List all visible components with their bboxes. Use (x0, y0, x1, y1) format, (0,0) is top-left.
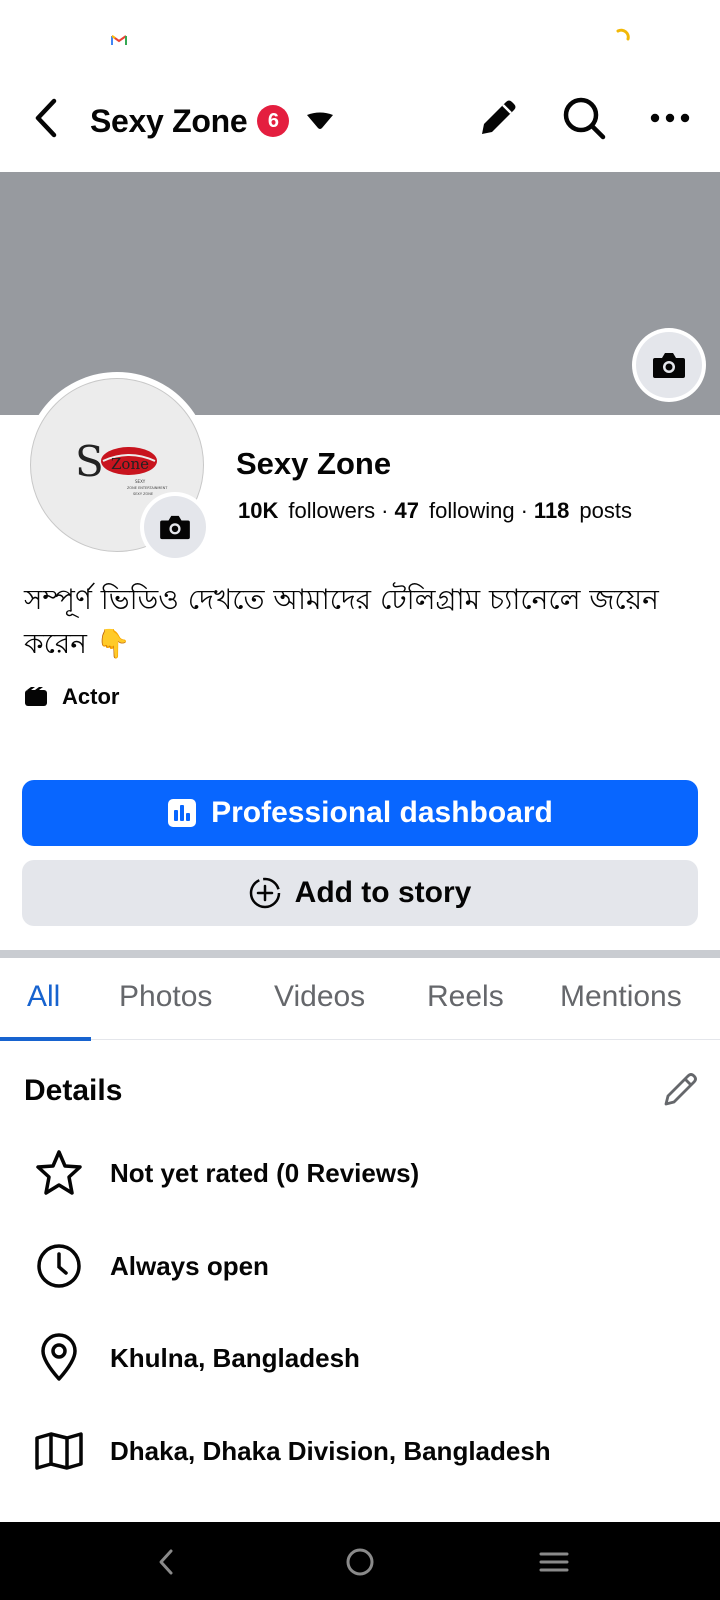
nav-home-button[interactable] (336, 1538, 384, 1586)
tab-reels[interactable]: Reels (427, 980, 504, 1014)
followers-count[interactable]: 10K (238, 498, 278, 524)
top-app-bar: Sexy Zone 6 (0, 80, 720, 172)
add-circle-icon (249, 877, 280, 909)
star-icon (36, 1150, 82, 1195)
tab-mentions[interactable]: Mentions (560, 980, 682, 1014)
more-options-button[interactable] (646, 94, 694, 142)
search-button[interactable] (560, 94, 608, 142)
posts-label: posts (579, 498, 633, 523)
detail-hours[interactable]: Always open (32, 1236, 712, 1296)
following-count[interactable]: 47 (395, 498, 419, 524)
page-switcher[interactable]: Sexy Zone 6 (90, 98, 335, 144)
back-arrow-icon (35, 98, 57, 138)
detail-rating[interactable]: Not yet rated (0 Reviews) (32, 1143, 712, 1203)
following-label[interactable]: following (429, 498, 515, 524)
detail-location-text: Khulna, Bangladesh (110, 1342, 360, 1373)
profile-bio: সম্পূর্ণ ভিডিও দেখতে আমাদের টেলিগ্রাম চ্… (24, 583, 659, 660)
page-title: Sexy Zone (90, 102, 248, 139)
profile-stats: 10K followers · 47 following · 118 posts (238, 498, 632, 524)
stats-separator: · (520, 498, 528, 523)
caret-down-icon (305, 110, 335, 132)
category-label: Actor (62, 684, 120, 709)
detail-rating-text: Not yet rated (0 Reviews) (110, 1157, 420, 1188)
more-dots-icon (650, 113, 690, 123)
svg-text:SEXY: SEXY (135, 479, 146, 484)
loading-spinner-icon (616, 28, 630, 41)
nav-home-icon (346, 1548, 374, 1576)
camera-icon (160, 515, 190, 540)
profile-category: Actor (24, 684, 119, 710)
detail-service-area[interactable]: Dhaka, Dhaka Division, Bangladesh (32, 1421, 712, 1481)
profile-tabs: All Photos Videos Reels Mentions (0, 958, 720, 1041)
posts-count: 118 (533, 498, 570, 523)
gmail-icon (111, 35, 127, 45)
status-bar (0, 0, 720, 80)
professional-dashboard-label: Professional dashboard (211, 796, 553, 829)
clock-icon (37, 1244, 81, 1288)
details-heading: Details (24, 1074, 123, 1107)
nav-back-button[interactable] (142, 1538, 190, 1586)
camera-icon (653, 353, 685, 378)
followers-label[interactable]: followers (288, 498, 375, 524)
stats-separator: · (381, 498, 389, 523)
active-tab-indicator (0, 1037, 91, 1041)
pencil-outline-icon (664, 1073, 697, 1106)
add-to-story-button[interactable]: Add to story (22, 860, 698, 926)
nav-back-icon (159, 1549, 173, 1575)
professional-dashboard-button[interactable]: Professional dashboard (22, 780, 698, 846)
dashboard-chart-icon (168, 799, 197, 827)
detail-hours-text: Always open (110, 1250, 269, 1281)
notification-badge: 6 (257, 105, 290, 137)
edit-button[interactable] (474, 94, 522, 142)
edit-details-button[interactable] (660, 1068, 702, 1110)
header-actions (474, 94, 694, 142)
search-icon (563, 97, 606, 140)
system-navigation-bar (0, 1522, 720, 1600)
svg-text:S: S (75, 437, 104, 486)
tab-all[interactable]: All (27, 980, 60, 1014)
nav-recents-button[interactable] (530, 1538, 578, 1586)
edit-profile-picture-button[interactable] (140, 492, 210, 562)
map-icon (35, 1432, 83, 1470)
nav-recents-icon (539, 1552, 569, 1572)
svg-text:ZONE ENTERTAINMENT: ZONE ENTERTAINMENT (127, 486, 168, 490)
clapperboard-icon (25, 687, 47, 706)
add-to-story-label: Add to story (294, 876, 472, 909)
edit-cover-photo-button[interactable] (632, 328, 706, 402)
back-button[interactable] (24, 96, 68, 140)
svg-text:SEXY ZONE: SEXY ZONE (133, 492, 153, 496)
detail-location[interactable]: Khulna, Bangladesh (32, 1328, 712, 1388)
tab-videos[interactable]: Videos (274, 980, 365, 1014)
section-divider (0, 950, 720, 958)
location-pin-icon (41, 1333, 77, 1381)
tab-photos[interactable]: Photos (119, 980, 212, 1014)
profile-name: Sexy Zone (236, 446, 392, 481)
svg-text:Zone: Zone (111, 455, 149, 473)
pencil-icon (482, 100, 516, 134)
detail-service-area-text: Dhaka, Dhaka Division, Bangladesh (110, 1435, 551, 1466)
